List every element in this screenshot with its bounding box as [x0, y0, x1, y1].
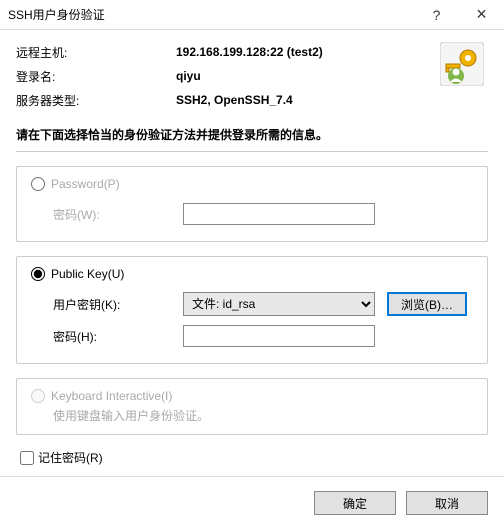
remember-password-checkbox[interactable]	[20, 451, 34, 465]
server-type-row: 服务器类型: SSH2, OpenSSH_7.4	[16, 88, 488, 112]
remember-password-label: 记住密码(R)	[38, 449, 103, 466]
server-type-value: SSH2, OpenSSH_7.4	[176, 93, 293, 107]
keyboard-interactive-section: Keyboard Interactive(I) 使用键盘输入用户身份验证。	[16, 378, 488, 435]
password-field-label: 密码(W):	[53, 206, 183, 223]
ok-button[interactable]: 确定	[314, 491, 396, 515]
login-label: 登录名:	[16, 68, 176, 85]
password-section: Password(P) 密码(W):	[16, 166, 488, 242]
publickey-section: Public Key(U) 用户密钥(K): 文件: id_rsa 浏览(B)……	[16, 256, 488, 364]
userkey-select[interactable]: 文件: id_rsa	[183, 292, 375, 316]
browse-button[interactable]: 浏览(B)…	[387, 292, 467, 316]
remote-host-label: 远程主机:	[16, 44, 176, 61]
pubkey-password-input[interactable]	[183, 325, 375, 347]
remote-host-row: 远程主机: 192.168.199.128:22 (test2)	[16, 40, 488, 64]
userkey-label: 用户密钥(K):	[53, 296, 183, 313]
server-type-label: 服务器类型:	[16, 92, 176, 109]
window-title: SSH用户身份验证	[8, 6, 414, 23]
divider	[16, 151, 488, 152]
password-input	[183, 203, 375, 225]
keyboard-interactive-label: Keyboard Interactive(I)	[51, 389, 172, 403]
instruction-text: 请在下面选择恰当的身份验证方法并提供登录所需的信息。	[16, 126, 488, 143]
password-radio-label: Password(P)	[51, 177, 120, 191]
login-value: qiyu	[176, 69, 201, 83]
button-row: 确定 取消	[0, 477, 504, 527]
close-button[interactable]: ×	[459, 0, 504, 30]
remote-host-value: 192.168.199.128:22 (test2)	[176, 45, 323, 59]
password-radio[interactable]	[31, 177, 45, 191]
publickey-radio[interactable]	[31, 267, 45, 281]
help-button[interactable]: ?	[414, 0, 459, 30]
pubkey-password-label: 密码(H):	[53, 328, 183, 345]
cancel-button[interactable]: 取消	[406, 491, 488, 515]
login-row: 登录名: qiyu	[16, 64, 488, 88]
keyboard-interactive-radio	[31, 389, 45, 403]
auth-key-icon	[440, 42, 484, 86]
keyboard-interactive-sub: 使用键盘输入用户身份验证。	[53, 407, 473, 424]
content-area: 远程主机: 192.168.199.128:22 (test2) 登录名: qi…	[0, 30, 504, 466]
publickey-radio-label: Public Key(U)	[51, 267, 124, 281]
titlebar: SSH用户身份验证 ? ×	[0, 0, 504, 30]
